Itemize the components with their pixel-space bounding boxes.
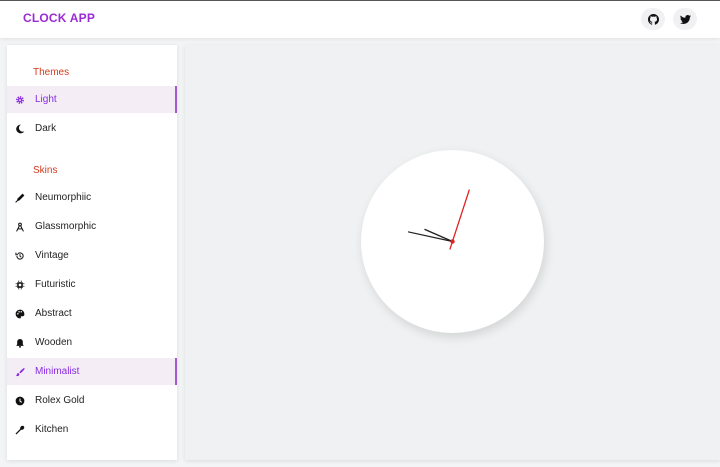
sidebar-item-kitchen[interactable]: Kitchen — [7, 416, 177, 443]
sidebar-item-label: Light — [35, 94, 57, 105]
sidebar-item-label: Kitchen — [35, 424, 69, 435]
sidebar-item-label: Neumorphiic — [35, 192, 92, 203]
github-icon — [647, 13, 659, 25]
clock-hands — [407, 189, 470, 250]
sidebar-item-label: Rolex Gold — [35, 395, 85, 406]
sidebar-item-glassmorphic[interactable]: Glassmorphic — [7, 213, 177, 240]
gear-icon — [14, 94, 25, 105]
sidebar-item-neumorphiic[interactable]: Neumorphiic — [7, 184, 177, 211]
moon-icon — [14, 123, 25, 134]
twitter-icon — [679, 14, 691, 24]
sidebar: Themes Light Dark Skins Neumorphiic Glas… — [7, 45, 177, 460]
spoon-icon — [14, 424, 25, 435]
sidebar-item-label: Futuristic — [35, 279, 76, 290]
sidebar-item-label: Dark — [35, 123, 57, 134]
github-link[interactable] — [641, 8, 665, 30]
clock-icon — [14, 395, 25, 406]
top-bar: CLOCK APP — [0, 0, 720, 38]
sidebar-item-label: Wooden — [35, 337, 73, 348]
sidebar-item-label: Vintage — [35, 250, 69, 261]
sidebar-item-rolex-gold[interactable]: Rolex Gold — [7, 387, 177, 414]
main-panel — [185, 45, 720, 460]
bell-icon — [14, 337, 25, 348]
brush-icon — [14, 366, 25, 377]
pen-icon — [14, 192, 25, 203]
themes-section-title: Themes — [33, 67, 70, 78]
sidebar-item-vintage[interactable]: Vintage — [7, 242, 177, 269]
sidebar-item-futuristic[interactable]: Futuristic — [7, 271, 177, 298]
twitter-link[interactable] — [673, 8, 697, 30]
sidebar-item-abstract[interactable]: Abstract — [7, 300, 177, 327]
app-title: CLOCK APP — [23, 11, 96, 25]
chip-icon — [14, 279, 25, 290]
sidebar-item-label: Glassmorphic — [35, 221, 97, 232]
skins-section-title: Skins — [33, 165, 58, 176]
history-icon — [14, 250, 25, 261]
compass-icon — [14, 221, 25, 232]
sidebar-item-label: Minimalist — [35, 366, 80, 377]
sidebar-item-minimalist[interactable]: Minimalist — [7, 358, 177, 385]
sidebar-item-label: Abstract — [35, 308, 72, 319]
clock-center-dot — [450, 239, 455, 244]
sidebar-item-light[interactable]: Light — [7, 86, 177, 113]
sidebar-item-dark[interactable]: Dark — [7, 115, 177, 142]
palette-icon — [14, 308, 25, 319]
analog-clock — [361, 150, 544, 333]
hour-hand — [424, 228, 454, 243]
sidebar-item-wooden[interactable]: Wooden — [7, 329, 177, 356]
minute-hand — [407, 231, 454, 243]
